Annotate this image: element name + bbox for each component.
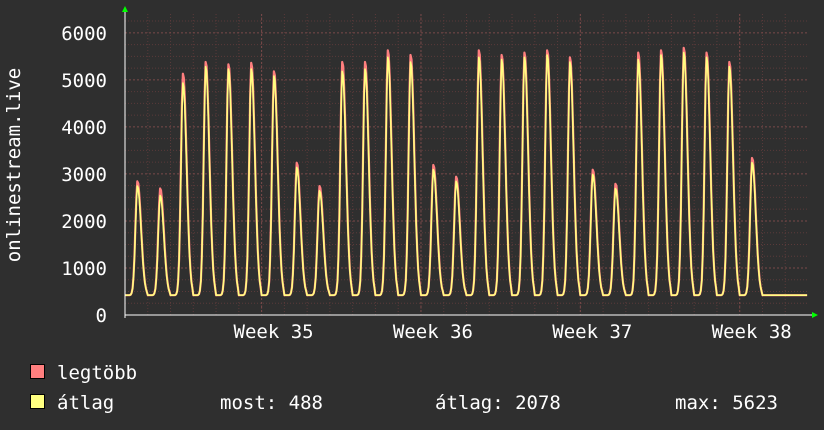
x-tick-label: Week 36: [393, 321, 473, 343]
y-tick-label: 2000: [61, 211, 107, 233]
legend-item-max: legtöbb: [30, 362, 137, 384]
x-axis-arrow: [812, 312, 818, 318]
legend-item-avg: átlag: [30, 392, 114, 414]
stat-average: átlag: 2078: [435, 392, 561, 414]
stat-now: most: 488: [220, 392, 323, 414]
legend-swatch-max: [30, 364, 45, 379]
x-tick-label: Week 37: [552, 321, 632, 343]
stat-max: max: 5623: [675, 392, 778, 414]
chart-series-layer: [124, 46, 808, 297]
legend-label-max: legtöbb: [57, 362, 138, 384]
y-tick-label: 3000: [61, 164, 107, 186]
y-tick-label: 6000: [61, 23, 107, 45]
y-tick-label: 1000: [61, 258, 107, 280]
y-tick-label: 4000: [61, 117, 107, 139]
legend-label-avg: átlag: [57, 392, 115, 414]
x-tick-label: Week 38: [712, 321, 792, 343]
y-axis-arrow: [122, 6, 128, 12]
y-tick-label: 0: [96, 305, 107, 327]
x-tick-label: Week 35: [234, 321, 314, 343]
y-tick-label: 5000: [61, 70, 107, 92]
legend-swatch-avg: [30, 394, 45, 409]
y-axis-label: onlinestream.live: [3, 68, 25, 262]
